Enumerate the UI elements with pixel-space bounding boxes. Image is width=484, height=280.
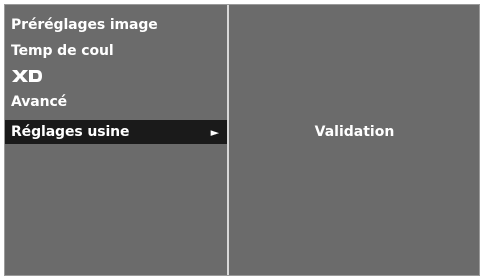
osd-screen: Préréglages image Temp de coul XD Avanc <box>0 0 484 280</box>
menu-frame: Préréglages image Temp de coul XD Avanc <box>4 4 480 276</box>
arrow-right-icon: ► <box>210 125 219 139</box>
xd-logo-icon <box>11 69 43 83</box>
menu-item-picture-presets[interactable]: Préréglages image <box>5 13 227 37</box>
menu-item-color-temp[interactable]: Temp de coul <box>5 39 227 63</box>
menu-item-advanced[interactable]: Avancé <box>5 90 227 114</box>
submenu-panel: Validation <box>230 5 479 275</box>
picture-menu-list: Préréglages image Temp de coul XD Avanc <box>5 5 229 275</box>
menu-item-label: Préréglages image <box>11 17 158 33</box>
menu-item-label: Réglages usine <box>11 124 130 140</box>
menu-item-xd[interactable]: XD <box>5 64 227 88</box>
menu-item-label: Avancé <box>11 94 68 110</box>
menu-item-factory-reset[interactable]: Réglages usine ► <box>5 120 227 144</box>
menu-item-label: Temp de coul <box>11 43 114 59</box>
validation-option[interactable]: Validation <box>230 122 479 142</box>
